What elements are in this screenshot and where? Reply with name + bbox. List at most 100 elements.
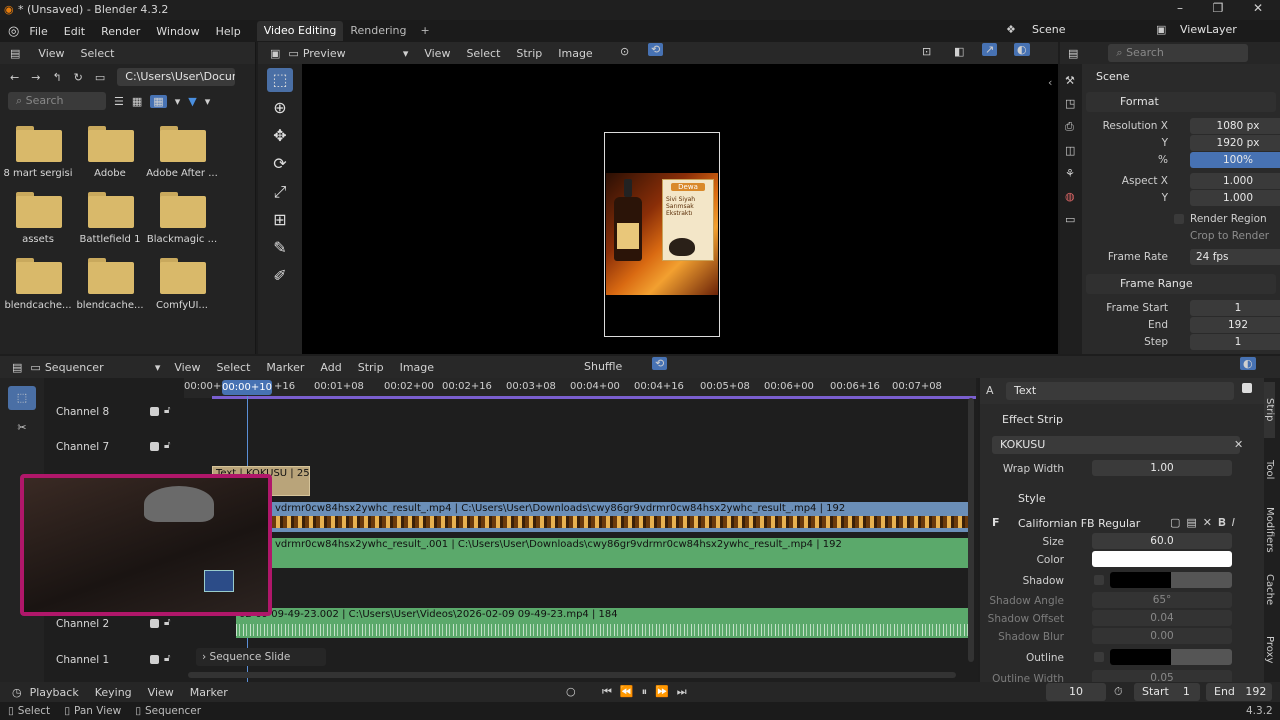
render-tab-icon[interactable]: ◳ [1065,97,1077,110]
playback-menu[interactable]: Playback [30,686,79,699]
outline-checkbox[interactable] [1094,652,1104,662]
folder-item[interactable]: blendcache... [2,258,74,314]
minimize-button[interactable]: – [1160,1,1200,15]
time-ruler[interactable]: 00:00+0 +16 00:01+08 00:02+00 00:02+16 00:03+… [184,378,976,399]
sequencer-mode-dropdown[interactable]: Sequencer [45,361,155,374]
refresh-icon[interactable]: ↻ [74,71,83,84]
seq-menu-select[interactable]: Select [216,361,250,374]
cursor-tool-icon[interactable]: ⊕ [267,96,293,120]
effect-strip-section-header[interactable]: Effect Strip [984,410,1254,430]
channel-8-mute-checkbox[interactable] [150,407,159,416]
snap-icon[interactable]: ⟲ [648,43,664,56]
collection-tab-icon[interactable]: ▭ [1065,213,1077,226]
font-actions[interactable]: ▢▤✕𝐁𝐼 [1170,516,1241,530]
text-value-field[interactable]: KOKUSU [992,436,1240,454]
rotate-tool-icon[interactable]: ⟳ [267,152,293,176]
editor-type-icon[interactable]: ▤ [1068,47,1078,60]
size-field[interactable]: 60.0 [1092,533,1232,549]
keying-menu[interactable]: Keying [95,686,132,699]
close-button[interactable]: ✕ [1238,1,1278,15]
view-layer-tab-icon[interactable]: ◫ [1065,144,1077,157]
menu-render[interactable]: Render [101,25,140,38]
menu-edit[interactable]: Edit [64,25,85,38]
current-frame-field[interactable]: 10 [1046,683,1106,701]
shadow-angle-field[interactable]: 65° [1092,592,1232,608]
seq-menu-image[interactable]: Image [400,361,434,374]
current-frame-indicator[interactable]: 00:00+10 [222,380,272,395]
list-view-icon[interactable]: ☰ [114,95,124,108]
frame-step-field[interactable]: 1 [1190,334,1280,350]
transform-tool-icon[interactable]: ⊞ [267,208,293,232]
folder-item[interactable]: Adobe [74,126,146,182]
editor-type-icon[interactable]: ▤ [10,47,20,60]
tool-tab-icon[interactable]: ⚒ [1065,74,1077,87]
thumb-large-icon[interactable]: ▦ [150,94,167,108]
tab-video-editing[interactable]: Video Editing [256,21,344,41]
horizontal-scrollbar[interactable] [188,672,956,678]
sample-tool-icon[interactable]: ✎ [267,236,293,260]
editor-type-icon[interactable]: ▣ [270,47,280,60]
output-tab-icon[interactable]: ⎙ [1065,120,1077,134]
res-x-field[interactable]: 1080 px [1190,118,1280,134]
lock-icon[interactable]: 🔓︎ [164,617,170,628]
font-selector[interactable]: Californian FB Regular [1018,515,1168,533]
forward-icon[interactable]: → [31,71,40,84]
sequencer-timeline[interactable]: ⬚ ✂ 00:00+0 +16 00:01+08 00:02+00 00:02+16 00… [0,378,978,682]
strip-type-field[interactable]: Text [1006,382,1234,400]
outline-color-swatch[interactable] [1110,649,1232,665]
channel-7-mute-checkbox[interactable] [150,442,159,451]
menu-window[interactable]: Window [156,25,199,38]
clock-icon[interactable]: ⏱ [1114,685,1123,699]
audio-strip-2[interactable]: 02-09 09-49-23.002 | C:\Users\User\Video… [236,608,968,638]
chevron-down-icon[interactable]: ▾ [175,95,181,108]
shadow-color-swatch[interactable] [1110,572,1232,588]
back-icon[interactable]: ← [10,71,19,84]
record-icon[interactable]: ○ [566,685,576,698]
fb-menu-view[interactable]: View [38,47,64,60]
scene-selector[interactable]: Scene [1032,23,1066,36]
pivot-icon[interactable]: ⊙ [620,45,629,58]
select-tool-icon[interactable]: ⬚ [267,68,293,92]
move-tool-icon[interactable]: ✥ [267,124,293,148]
seq-menu-strip[interactable]: Strip [358,361,384,374]
menu-help[interactable]: Help [216,25,241,38]
folder-item[interactable]: assets [2,192,74,248]
path-field[interactable]: C:\Users\User\Docume... [117,68,236,86]
overlap-mode-dropdown[interactable]: Shuffle [584,360,622,373]
color-swatch[interactable] [1092,551,1232,567]
tab-proxy[interactable]: Proxy [1264,622,1275,678]
parent-dir-icon[interactable]: ↰ [52,71,61,84]
video-strip[interactable]: vdrmr0cw84hsx2ywhc_result_.mp4 | C:\User… [272,502,968,532]
folder-item[interactable]: blendcache... [74,258,146,314]
tab-modifiers[interactable]: Modifiers [1264,502,1275,558]
aspect-y-field[interactable]: 1.000 [1190,190,1280,206]
new-folder-icon[interactable]: ▭ [95,71,105,84]
folder-item[interactable]: ComfyUI... [146,258,218,314]
seq-menu-marker[interactable]: Marker [266,361,304,374]
chevron-down-icon[interactable]: ▾ [155,361,161,374]
end-frame-field[interactable]: End 192 [1206,683,1272,701]
fb-search-input[interactable]: ⌕ Search [8,92,106,110]
res-y-field[interactable]: 1920 px [1190,135,1280,151]
start-frame-field[interactable]: Start 1 [1134,683,1200,701]
render-region-checkbox[interactable] [1174,214,1184,224]
frame-start-field[interactable]: 1 [1190,300,1280,316]
folder-item[interactable]: Adobe After ... [146,126,218,182]
channels-icon[interactable]: ◧ [954,45,964,58]
preview-viewport[interactable]: Dewa Sivi Siyah Sarımsak Ekstraktı ‹ [302,64,1058,354]
transport-controls[interactable]: ⏮⏪⏸⏩⏭ [602,685,695,699]
tab-cache[interactable]: Cache [1264,562,1275,618]
aspect-x-field[interactable]: 1.000 [1190,173,1280,189]
audio-strip-1[interactable]: vdrmr0cw84hsx2ywhc_result_.001 | C:\User… [272,538,968,568]
chevron-down-icon[interactable]: ▾ [403,47,409,60]
preview-mode-dropdown[interactable]: Preview [303,47,403,60]
scene-tab-icon[interactable]: ⚘ [1065,167,1077,180]
preview-menu-select[interactable]: Select [466,47,500,60]
overlay-icon[interactable]: ◐ [1014,43,1030,56]
channel-1-mute-checkbox[interactable] [150,655,159,664]
annotate-tool-icon[interactable]: ✐ [267,264,293,288]
outline-width-field[interactable]: 0.05 [1092,670,1232,682]
folder-item[interactable]: 8 mart sergisi [2,126,74,182]
scale-tool-icon[interactable]: ⤢ [267,180,293,204]
shadow-checkbox[interactable] [1094,575,1104,585]
